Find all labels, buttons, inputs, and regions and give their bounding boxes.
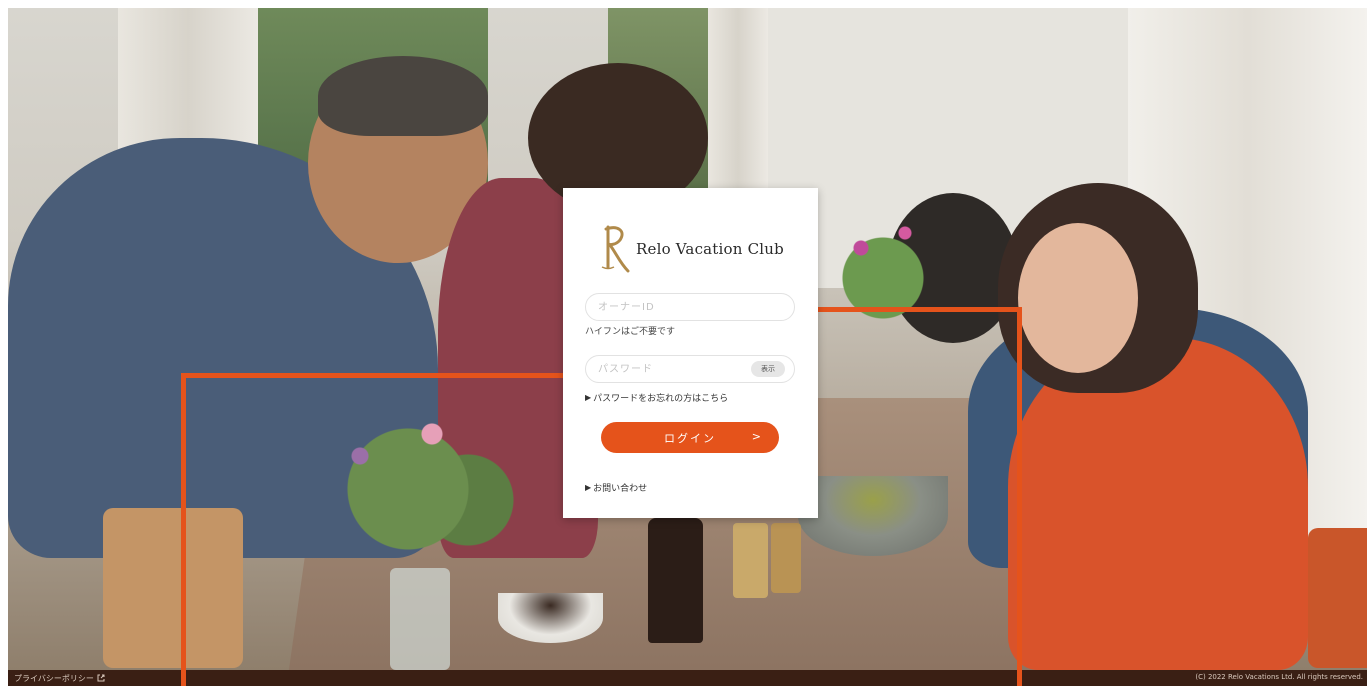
chevron-right-icon: > <box>751 430 761 443</box>
copyright: (C) 2022 Relo Vacations Ltd. All rights … <box>1195 673 1363 681</box>
logo-r-mark-icon <box>598 223 630 275</box>
external-link-icon <box>97 674 105 684</box>
person-man-left-hair <box>318 56 488 136</box>
login-button[interactable]: ログイン > <box>601 422 779 453</box>
flower-bouquet <box>288 368 528 588</box>
show-password-button[interactable]: 表示 <box>751 361 785 377</box>
person-woman-right-face <box>1018 223 1138 373</box>
chair <box>103 508 243 668</box>
salad-bowl <box>798 476 948 556</box>
forgot-password-label: パスワードをお忘れの方はこちら <box>593 394 729 404</box>
accent-line <box>797 307 1022 312</box>
wine-bottle <box>648 518 703 643</box>
contact-label: お問い合わせ <box>593 484 648 494</box>
chair <box>1308 528 1367 668</box>
accent-line <box>181 373 186 686</box>
contact-link[interactable]: ▶ お問い合わせ <box>585 481 647 494</box>
accent-line <box>1017 307 1022 686</box>
privacy-policy-label: プライバシーポリシー <box>14 674 94 683</box>
jar <box>771 523 801 593</box>
curtain <box>708 8 768 218</box>
triangle-right-icon: ▶ <box>585 393 592 402</box>
triangle-right-icon: ▶ <box>585 483 592 492</box>
small-bowl <box>498 593 603 643</box>
footer: プライバシーポリシー (C) 2022 Relo Vacations Ltd. … <box>8 670 1367 686</box>
accent-line <box>181 373 600 378</box>
jar <box>733 523 768 598</box>
brand-name: Relo Vacation Club <box>636 240 784 258</box>
owner-id-hint: ハイフンはご不要です <box>585 327 676 337</box>
login-card: Relo Vacation Club ハイフンはご不要です 表示 ▶ パスワード… <box>563 188 818 518</box>
forgot-password-link[interactable]: ▶ パスワードをお忘れの方はこちら <box>585 391 728 404</box>
brand-logo: Relo Vacation Club <box>598 223 784 275</box>
login-button-label: ログイン <box>664 431 716 445</box>
vase <box>390 568 450 670</box>
owner-id-input[interactable] <box>585 293 795 321</box>
flower-bouquet <box>828 188 938 338</box>
privacy-policy-link[interactable]: プライバシーポリシー <box>14 673 105 684</box>
